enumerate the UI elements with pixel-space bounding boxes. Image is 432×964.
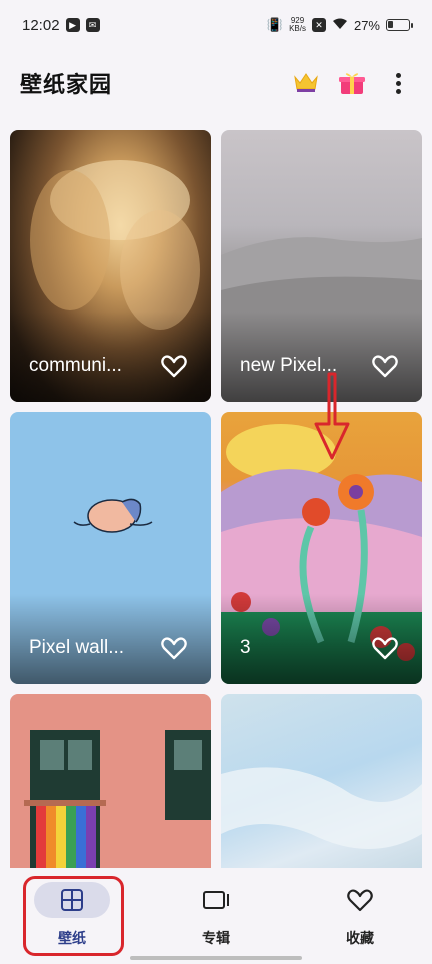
favorite-heart-icon[interactable] (161, 354, 187, 378)
card-label: Pixel wall... (29, 637, 125, 658)
wallpaper-image (24, 730, 211, 868)
wallpaper-card[interactable] (221, 694, 422, 868)
battery-icon (386, 19, 413, 31)
nav-label: 收藏 (346, 930, 374, 946)
nav-pill (322, 882, 398, 918)
nav-tab-favorites[interactable]: 收藏 (305, 882, 415, 948)
net-speed: 929 KB/s (289, 17, 306, 33)
nav-label: 专辑 (202, 930, 230, 946)
card-label: communi... (29, 355, 122, 376)
vibrate-icon: 📳 (266, 17, 284, 32)
annotation-arrow-down-icon (314, 372, 350, 460)
wallpaper-card[interactable]: Pixel wall... (10, 412, 211, 684)
vip-crown-button[interactable] (292, 69, 320, 97)
wifi-icon (332, 18, 348, 33)
battery-fill (388, 21, 393, 28)
favorite-heart-icon[interactable] (372, 636, 398, 660)
no-sim-icon: ✕ (311, 18, 326, 32)
gift-icon (339, 73, 365, 94)
mail-notification-icon: ✉ (85, 18, 100, 32)
wallpaper-grid: communi... new Pixel... Pixel wall... 3 (10, 130, 423, 868)
status-bar: 12:02 ▶ ✉ 📳 929 KB/s ✕ 27% (0, 0, 432, 50)
heart-icon (347, 889, 373, 912)
play-notification-icon: ▶ (65, 18, 80, 32)
header-actions (292, 69, 412, 97)
net-speed-unit: KB/s (289, 24, 306, 33)
favorite-heart-icon[interactable] (161, 636, 187, 660)
annotation-highlight-box (23, 876, 124, 956)
nav-tab-albums[interactable]: 专辑 (161, 882, 271, 948)
home-indicator[interactable] (130, 956, 302, 960)
favorite-heart-icon[interactable] (372, 354, 398, 378)
more-options-button[interactable] (384, 69, 412, 97)
nav-pill (178, 882, 254, 918)
status-time: 12:02 (22, 16, 60, 34)
crown-icon (294, 73, 318, 92)
wallpaper-card[interactable]: communi... (10, 130, 211, 402)
wallpaper-image (221, 767, 422, 849)
card-label: 3 (240, 637, 251, 658)
battery-percent: 27% (353, 17, 380, 33)
gift-button[interactable] (338, 69, 366, 97)
album-icon (203, 891, 229, 909)
page-title: 壁纸家园 (20, 72, 113, 97)
app-header: 壁纸家园 (0, 58, 432, 108)
status-left: 12:02 ▶ ✉ (22, 17, 100, 34)
more-vertical-icon (395, 72, 401, 94)
status-right: 📳 929 KB/s ✕ 27% (266, 17, 413, 33)
wallpaper-card[interactable]: new Pixel... (221, 130, 422, 402)
wallpaper-card[interactable] (10, 694, 211, 868)
